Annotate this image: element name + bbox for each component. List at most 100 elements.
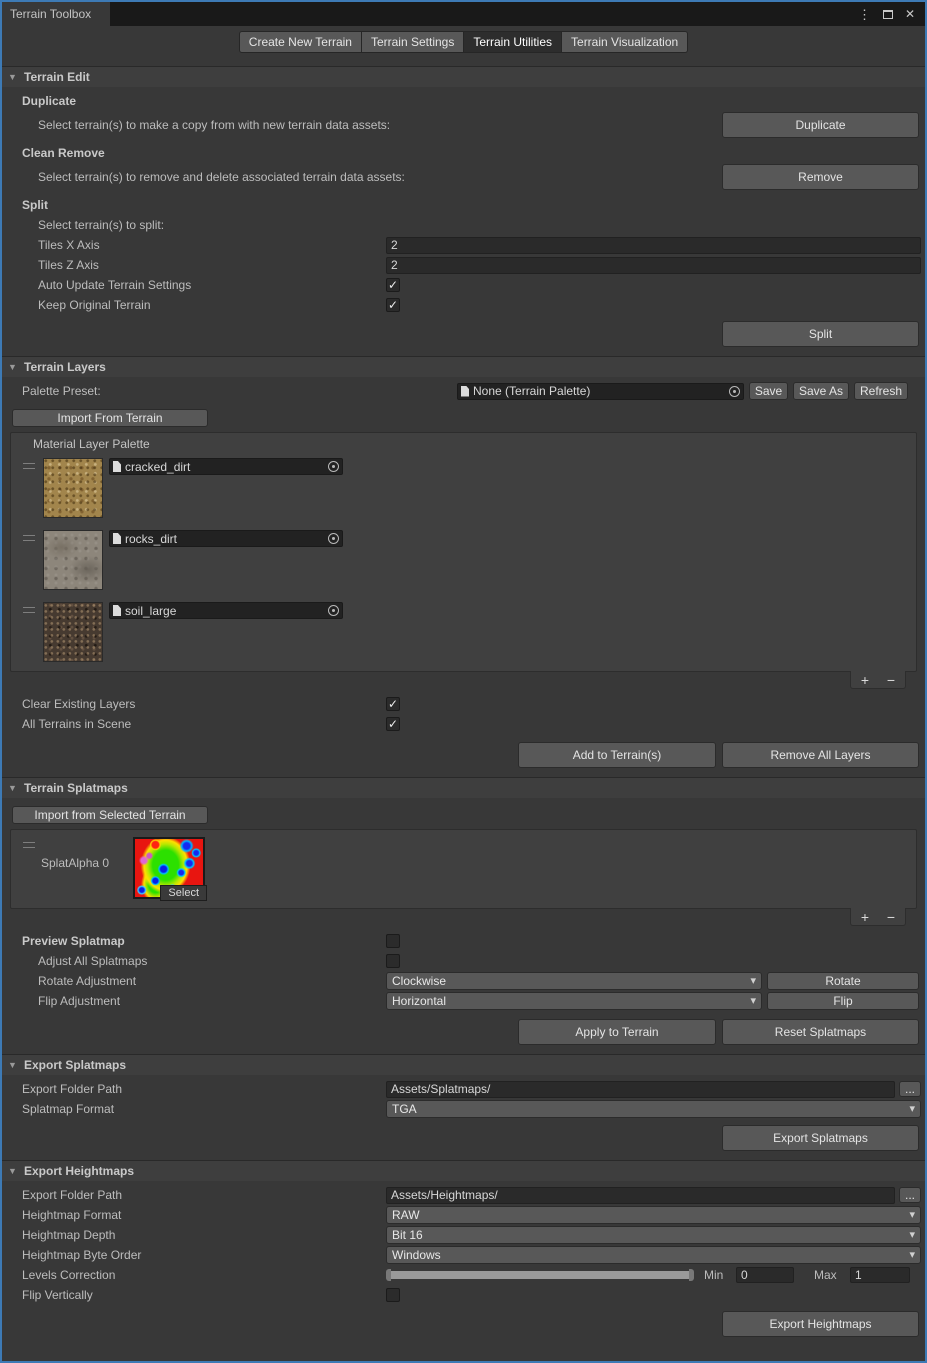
- object-picker-icon[interactable]: [328, 533, 339, 544]
- import-from-terrain-button[interactable]: Import From Terrain: [12, 409, 208, 427]
- export-splatmaps-button[interactable]: Export Splatmaps: [722, 1125, 919, 1151]
- remove-all-layers-button[interactable]: Remove All Layers: [722, 742, 919, 768]
- refresh-button[interactable]: Refresh: [854, 382, 908, 400]
- terrain-toolbox-window: Terrain Toolbox ⋮ ✕ Create New Terrain T…: [0, 0, 927, 1363]
- remove-layer-button[interactable]: −: [878, 673, 904, 687]
- keep-original-checkbox[interactable]: [386, 298, 400, 312]
- palette-preset-field[interactable]: None (Terrain Palette): [457, 383, 744, 400]
- drag-handle-icon[interactable]: [23, 463, 35, 469]
- flip-adjustment-value: Horizontal: [392, 994, 446, 1008]
- section-title: Terrain Edit: [24, 70, 90, 84]
- window-controls: ⋮ ✕: [858, 2, 925, 26]
- max-input[interactable]: [850, 1267, 910, 1283]
- levels-correction-slider[interactable]: [386, 1268, 694, 1282]
- drag-handle-icon[interactable]: [23, 842, 35, 848]
- duplicate-button[interactable]: Duplicate: [722, 112, 919, 138]
- heightmap-format-label: Heightmap Format: [22, 1208, 386, 1222]
- layer-thumbnail[interactable]: [43, 458, 103, 518]
- tab-terrain-settings[interactable]: Terrain Settings: [362, 31, 464, 53]
- splatmap-list-box: SplatAlpha 0 Select: [10, 829, 917, 909]
- drag-handle-icon[interactable]: [23, 607, 35, 613]
- flip-vertically-checkbox[interactable]: [386, 1288, 400, 1302]
- rotate-adjustment-label: Rotate Adjustment: [38, 974, 386, 988]
- heightmap-byte-order-value: Windows: [392, 1248, 441, 1262]
- splatmap-select-button[interactable]: Select: [160, 885, 207, 901]
- auto-update-checkbox[interactable]: [386, 278, 400, 292]
- max-label: Max: [814, 1268, 850, 1282]
- asset-doc-icon: [113, 533, 121, 544]
- split-button[interactable]: Split: [722, 321, 919, 347]
- section-title: Terrain Layers: [24, 360, 106, 374]
- export-splatmaps-header[interactable]: ▼ Export Splatmaps: [2, 1054, 925, 1075]
- tab-terrain-utilities[interactable]: Terrain Utilities: [464, 31, 562, 53]
- heightmap-byte-order-dropdown[interactable]: Windows: [386, 1246, 921, 1264]
- layer-name: rocks_dirt: [125, 532, 177, 546]
- object-picker-icon[interactable]: [328, 461, 339, 472]
- kebab-menu-icon[interactable]: ⋮: [858, 8, 871, 21]
- browse-folder-button[interactable]: ...: [899, 1081, 921, 1097]
- material-layer-palette-title: Material Layer Palette: [11, 433, 916, 455]
- keep-original-label: Keep Original Terrain: [38, 298, 386, 312]
- tab-terrain-visualization[interactable]: Terrain Visualization: [562, 31, 688, 53]
- tiles-x-input[interactable]: [386, 237, 921, 254]
- export-folder-path-input[interactable]: [386, 1081, 895, 1098]
- layer-object-field[interactable]: cracked_dirt: [109, 458, 343, 475]
- add-layer-button[interactable]: +: [852, 673, 878, 687]
- levels-correction-label: Levels Correction: [22, 1268, 386, 1282]
- split-description: Select terrain(s) to split:: [38, 218, 386, 232]
- asset-doc-icon: [461, 386, 469, 397]
- window-tab[interactable]: Terrain Toolbox: [2, 2, 110, 26]
- rotate-adjustment-dropdown[interactable]: Clockwise: [386, 972, 762, 990]
- terrain-splatmaps-header[interactable]: ▼ Terrain Splatmaps: [2, 777, 925, 798]
- heightmap-folder-path-input[interactable]: [386, 1187, 895, 1204]
- remove-button[interactable]: Remove: [722, 164, 919, 190]
- tab-create-new-terrain[interactable]: Create New Terrain: [239, 31, 362, 53]
- section-title: Export Heightmaps: [24, 1164, 134, 1178]
- maximize-icon[interactable]: [883, 10, 893, 19]
- tiles-z-input[interactable]: [386, 257, 921, 274]
- object-picker-icon[interactable]: [328, 605, 339, 616]
- add-to-terrains-button[interactable]: Add to Terrain(s): [518, 742, 716, 768]
- add-splatmap-button[interactable]: +: [852, 910, 878, 924]
- reset-splatmaps-button[interactable]: Reset Splatmaps: [722, 1019, 919, 1045]
- flip-button[interactable]: Flip: [767, 992, 919, 1010]
- apply-to-terrain-button[interactable]: Apply to Terrain: [518, 1019, 716, 1045]
- tab-label: Terrain Settings: [371, 35, 454, 49]
- asset-doc-icon: [113, 461, 121, 472]
- rotate-button[interactable]: Rotate: [767, 972, 919, 990]
- import-from-selected-terrain-button[interactable]: Import from Selected Terrain: [12, 806, 208, 824]
- export-heightmaps-button[interactable]: Export Heightmaps: [722, 1311, 919, 1337]
- splatmap-format-dropdown[interactable]: TGA: [386, 1100, 921, 1118]
- min-input[interactable]: [736, 1267, 794, 1283]
- layer-thumbnail[interactable]: [43, 530, 103, 590]
- drag-handle-icon[interactable]: [23, 535, 35, 541]
- tiles-z-label: Tiles Z Axis: [38, 258, 386, 272]
- heightmap-depth-label: Heightmap Depth: [22, 1228, 386, 1242]
- layer-object-field[interactable]: rocks_dirt: [109, 530, 343, 547]
- layer-thumbnail[interactable]: [43, 602, 103, 662]
- save-button[interactable]: Save: [749, 382, 788, 400]
- remove-splatmap-button[interactable]: −: [878, 910, 904, 924]
- clear-existing-checkbox[interactable]: [386, 697, 400, 711]
- adjust-all-checkbox[interactable]: [386, 954, 400, 968]
- preview-splatmap-checkbox[interactable]: [386, 934, 400, 948]
- export-heightmaps-header[interactable]: ▼ Export Heightmaps: [2, 1160, 925, 1181]
- all-terrains-label: All Terrains in Scene: [22, 717, 386, 731]
- object-picker-icon[interactable]: [729, 386, 740, 397]
- heightmap-format-dropdown[interactable]: RAW: [386, 1206, 921, 1224]
- slider-max-handle[interactable]: [689, 1269, 694, 1281]
- close-icon[interactable]: ✕: [905, 8, 915, 20]
- layer-object-field[interactable]: soil_large: [109, 602, 343, 619]
- save-as-button[interactable]: Save As: [793, 382, 849, 400]
- terrain-layers-header[interactable]: ▼ Terrain Layers: [2, 356, 925, 377]
- duplicate-description: Select terrain(s) to make a copy from wi…: [38, 118, 722, 132]
- browse-folder-button[interactable]: ...: [899, 1187, 921, 1203]
- heightmap-depth-dropdown[interactable]: Bit 16: [386, 1226, 921, 1244]
- flip-adjustment-dropdown[interactable]: Horizontal: [386, 992, 762, 1010]
- rotate-adjustment-value: Clockwise: [392, 974, 446, 988]
- terrain-edit-header[interactable]: ▼ Terrain Edit: [2, 66, 925, 87]
- all-terrains-checkbox[interactable]: [386, 717, 400, 731]
- slider-track[interactable]: [391, 1271, 689, 1279]
- asset-doc-icon: [113, 605, 121, 616]
- section-title: Export Splatmaps: [24, 1058, 126, 1072]
